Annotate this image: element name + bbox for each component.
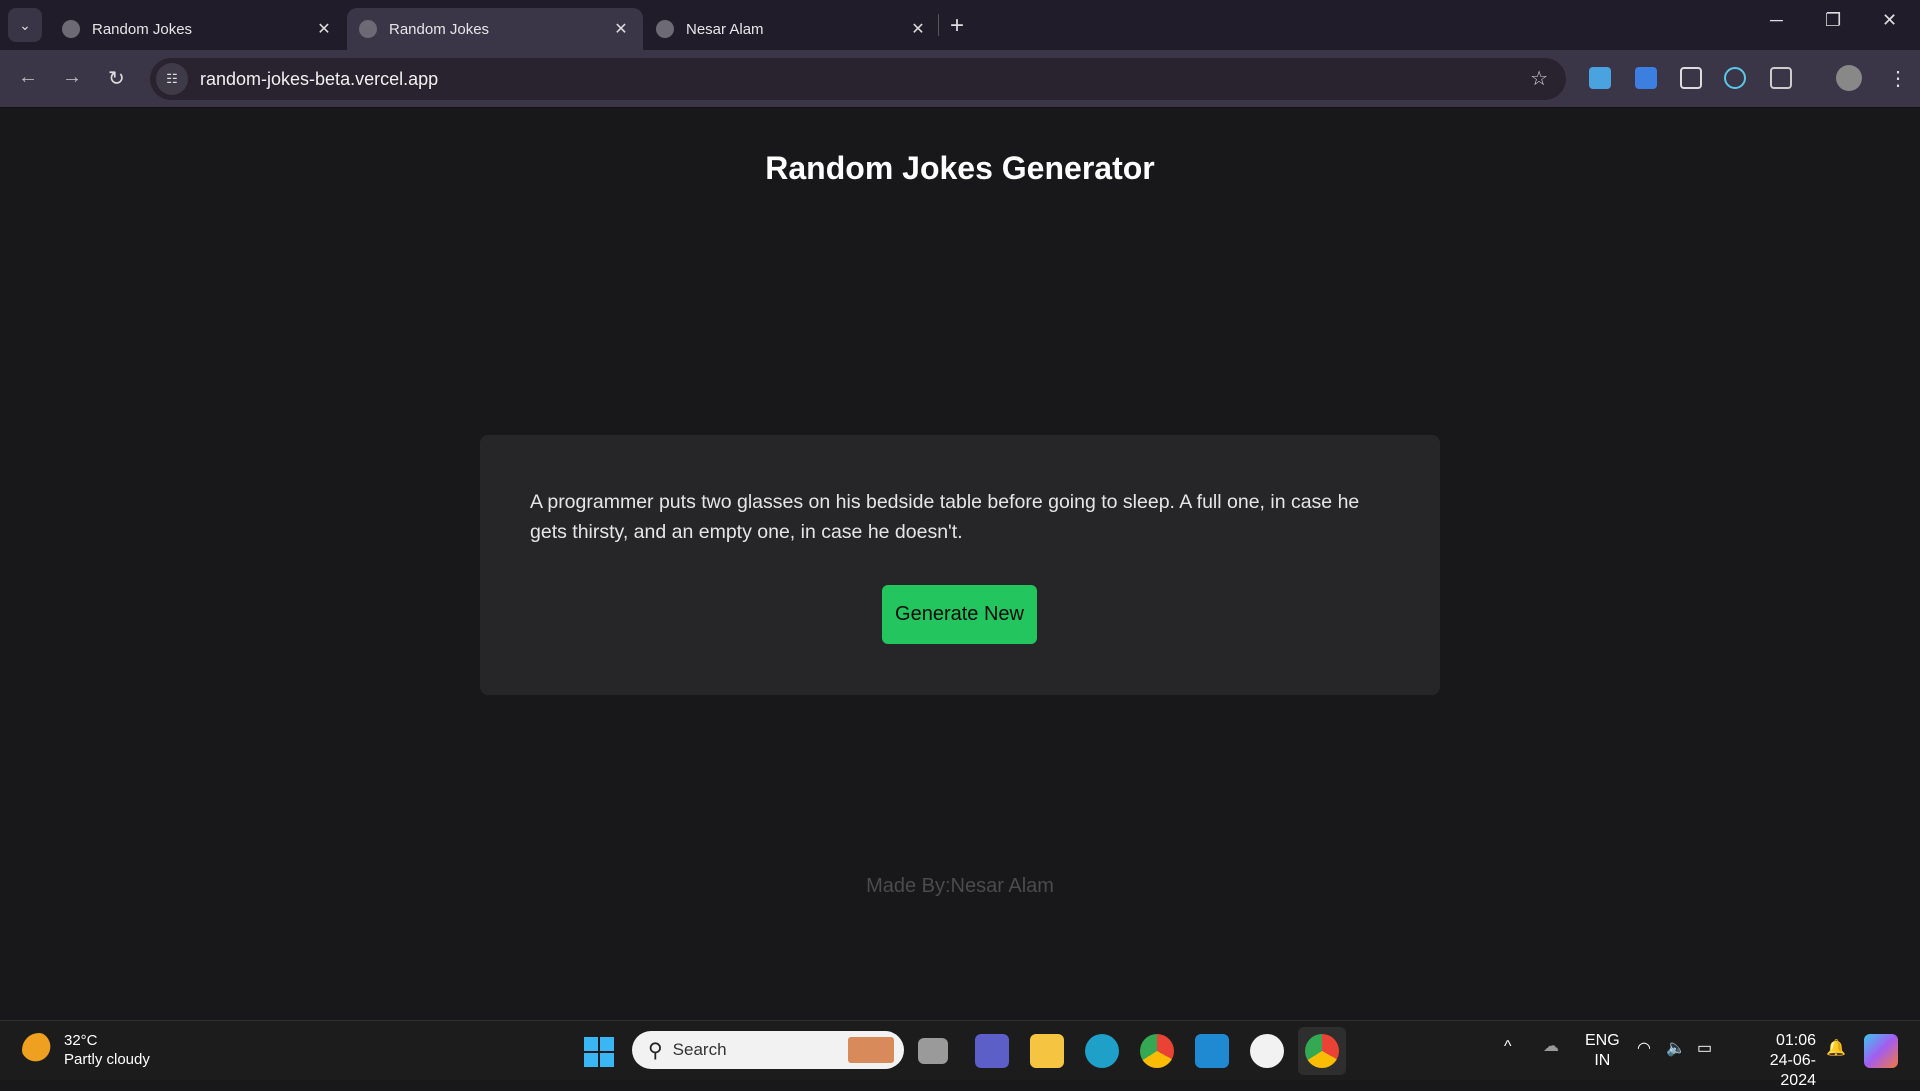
notification-bell-icon[interactable]: 🔔 xyxy=(1826,1039,1846,1059)
taskbar-search[interactable]: ⚲ Search xyxy=(632,1031,904,1069)
search-highlight-image xyxy=(848,1037,894,1063)
region: IN xyxy=(1594,1052,1611,1069)
extension-icon[interactable] xyxy=(1589,67,1611,89)
globe-icon xyxy=(359,20,377,38)
close-tab-icon[interactable]: ✕ xyxy=(314,19,334,39)
time: 01:06 xyxy=(1775,1032,1816,1049)
bookmark-star-icon[interactable]: ☆ xyxy=(1530,66,1548,91)
wifi-icon[interactable]: ◠ xyxy=(1637,1039,1651,1059)
tab-divider xyxy=(938,14,939,36)
extension-icon[interactable] xyxy=(1635,67,1657,89)
minimize-button[interactable]: ─ xyxy=(1770,10,1783,31)
tab-bar: ⌄ Random Jokes ✕ Random Jokes ✕ Nesar Al… xyxy=(0,0,1920,50)
chrome-icon[interactable] xyxy=(1140,1034,1174,1068)
tab-random-jokes-2[interactable]: Random Jokes ✕ xyxy=(347,8,643,50)
weather-widget[interactable]: 32°C Partly cloudy xyxy=(22,1031,150,1069)
close-window-button[interactable]: ✕ xyxy=(1882,10,1897,31)
tab-label: Random Jokes xyxy=(92,20,193,38)
weather-condition: Partly cloudy xyxy=(64,1051,150,1068)
profile-avatar[interactable] xyxy=(1836,65,1862,91)
extension-icon[interactable] xyxy=(1680,67,1702,89)
tab-nesar-alam[interactable]: Nesar Alam ✕ xyxy=(644,8,940,50)
tab-search-button[interactable]: ⌄ xyxy=(8,8,42,42)
edge-icon[interactable] xyxy=(1085,1034,1119,1068)
mongodb-compass-icon[interactable] xyxy=(1250,1034,1284,1068)
url-text[interactable]: random-jokes-beta.vercel.app xyxy=(200,69,438,90)
battery-icon[interactable]: ▭ xyxy=(1697,1039,1712,1059)
globe-icon xyxy=(62,20,80,38)
back-button[interactable]: ← xyxy=(18,66,38,89)
new-tab-button[interactable]: + xyxy=(950,12,964,40)
partly-cloudy-icon xyxy=(22,1033,56,1067)
tab-label: Nesar Alam xyxy=(686,20,764,38)
joke-card: A programmer puts two glasses on his bed… xyxy=(480,435,1440,695)
task-view-icon[interactable] xyxy=(918,1038,948,1064)
language-indicator[interactable]: ENG IN xyxy=(1585,1031,1620,1071)
file-explorer-icon[interactable] xyxy=(1030,1034,1064,1068)
search-icon: ⚲ xyxy=(648,1039,663,1062)
chrome-active-icon[interactable] xyxy=(1298,1027,1346,1075)
footer-credit: Made By:Nesar Alam xyxy=(866,875,1054,897)
site-info-icon[interactable]: ☷ xyxy=(156,63,188,95)
restore-button[interactable]: ❐ xyxy=(1825,10,1841,31)
show-hidden-icons[interactable]: ^ xyxy=(1504,1037,1512,1057)
globe-icon xyxy=(656,20,674,38)
react-devtools-icon[interactable] xyxy=(1724,67,1746,89)
search-placeholder: Search xyxy=(672,1040,727,1059)
date: 24-06-2024 xyxy=(1769,1052,1816,1089)
reload-button[interactable]: ↻ xyxy=(108,66,125,91)
volume-icon[interactable]: 🔈 xyxy=(1666,1039,1686,1059)
browser-toolbar: ← → ↻ ☷ random-jokes-beta.vercel.app ☆ ⋮ xyxy=(0,50,1920,108)
windows-start-icon[interactable] xyxy=(584,1037,614,1067)
onedrive-icon[interactable]: ☁ xyxy=(1543,1037,1559,1057)
page-title: Random Jokes Generator xyxy=(765,150,1155,186)
address-bar[interactable]: ☷ random-jokes-beta.vercel.app ☆ xyxy=(150,58,1566,100)
language: ENG xyxy=(1585,1032,1620,1049)
clock[interactable]: 01:06 24-06-2024 xyxy=(1736,1031,1816,1091)
copilot-icon[interactable] xyxy=(1864,1034,1898,1068)
tab-label: Random Jokes xyxy=(389,20,490,38)
close-tab-icon[interactable]: ✕ xyxy=(611,19,631,39)
taskbar: 32°C Partly cloudy ⚲ Search ^ ☁ ENG IN ◠… xyxy=(0,1020,1920,1089)
extensions-puzzle-icon[interactable] xyxy=(1770,67,1792,89)
forward-button[interactable]: → xyxy=(62,66,82,89)
tab-random-jokes-1[interactable]: Random Jokes ✕ xyxy=(50,8,346,50)
vscode-icon[interactable] xyxy=(1195,1034,1229,1068)
joke-text: A programmer puts two glasses on his bed… xyxy=(530,491,1360,543)
generate-new-button[interactable]: Generate New xyxy=(882,585,1037,644)
menu-kebab-icon[interactable]: ⋮ xyxy=(1888,66,1908,91)
temperature: 32°C xyxy=(64,1032,98,1049)
teams-icon[interactable] xyxy=(975,1034,1009,1068)
close-tab-icon[interactable]: ✕ xyxy=(908,19,928,39)
